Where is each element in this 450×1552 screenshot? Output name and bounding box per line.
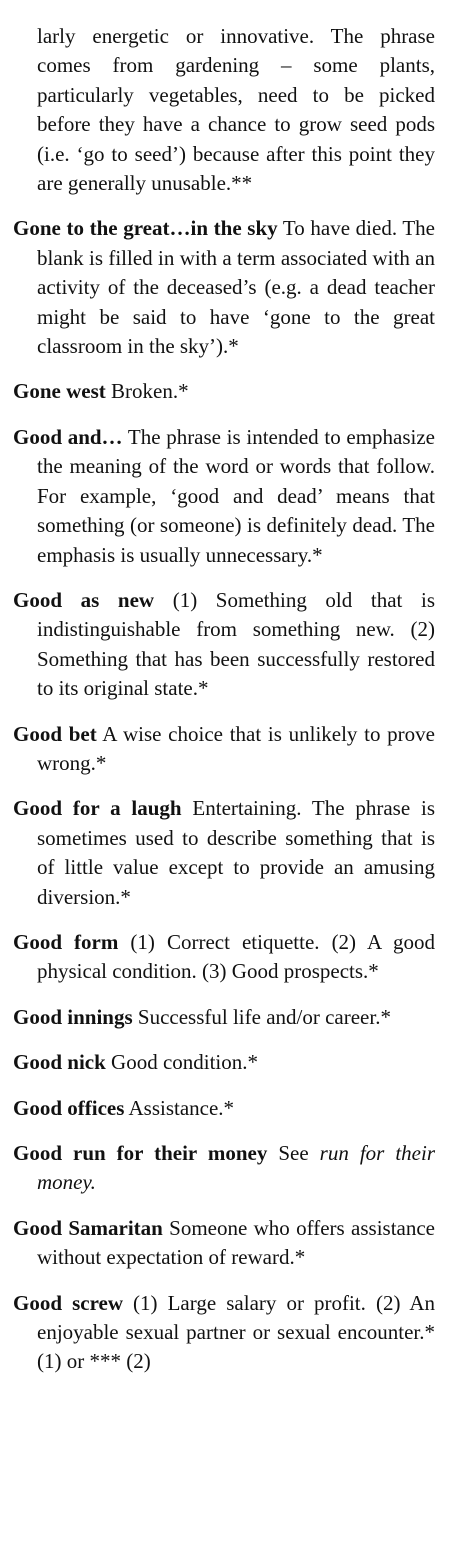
entry-headword: Good Samaritan	[13, 1215, 163, 1240]
entry-headword: Good innings	[13, 1004, 133, 1029]
entry-headword: Good and…	[13, 424, 123, 449]
entry-text: Assistance.*	[124, 1095, 235, 1120]
entry-headword: Gone west	[13, 379, 106, 404]
entry-good-for-a-laugh: Good for a laugh Entertaining. The phras…	[13, 794, 435, 912]
entry-text: A wise choice that is unlikely to prove …	[37, 721, 435, 775]
entry-good-nick: Good nick Good condition.*	[13, 1048, 435, 1077]
entry-gone-west: Gone west Broken.*	[13, 377, 435, 406]
entry-text: See	[267, 1141, 320, 1165]
entry-good-offices: Good offices Assistance.*	[13, 1094, 435, 1123]
entry-good-innings: Good innings Successful life and/or care…	[13, 1003, 435, 1032]
entry-headword: Good as new	[13, 587, 155, 612]
entry-text: Good condition.*	[105, 1050, 259, 1075]
entry-good-bet: Good bet A wise choice that is unlikely …	[13, 720, 435, 779]
entry-text: Broken.*	[105, 379, 189, 404]
dictionary-page: larly energetic or innovative. The phras…	[13, 22, 435, 1393]
entry-good-run-for-their-money: Good run for their money See run for the…	[13, 1139, 435, 1198]
entry-good-screw: Good screw (1) Large salary or profit. (…	[13, 1289, 435, 1377]
entry-headword: Good nick	[13, 1050, 106, 1075]
entry-good-samaritan: Good Samaritan Someone who offers assist…	[13, 1214, 435, 1273]
entry-good-and: Good and… The phrase is intended to emph…	[13, 423, 435, 570]
entry-headword: Gone to the great…in the sky	[13, 216, 278, 241]
entry-good-as-new: Good as new (1) Something old that is in…	[13, 586, 435, 704]
entry-headword: Good screw	[13, 1290, 123, 1315]
entry-good-form: Good form (1) Correct etiquette. (2) A g…	[13, 928, 435, 987]
entry-text: Successful life and/or career.*	[132, 1004, 391, 1029]
entry-headword: Good offices	[13, 1095, 125, 1120]
entry-headword: Good bet	[13, 721, 97, 746]
entry-headword: Good run for their money	[13, 1141, 268, 1165]
entry-text: larly energetic or innovative. The phras…	[37, 24, 435, 196]
entry-gone-to-the-great: Gone to the great…in the sky To have die…	[13, 214, 435, 361]
entry-headword: Good form	[13, 929, 119, 954]
entry-headword: Good for a laugh	[13, 796, 182, 821]
entry-continuation: larly energetic or innovative. The phras…	[13, 22, 435, 198]
